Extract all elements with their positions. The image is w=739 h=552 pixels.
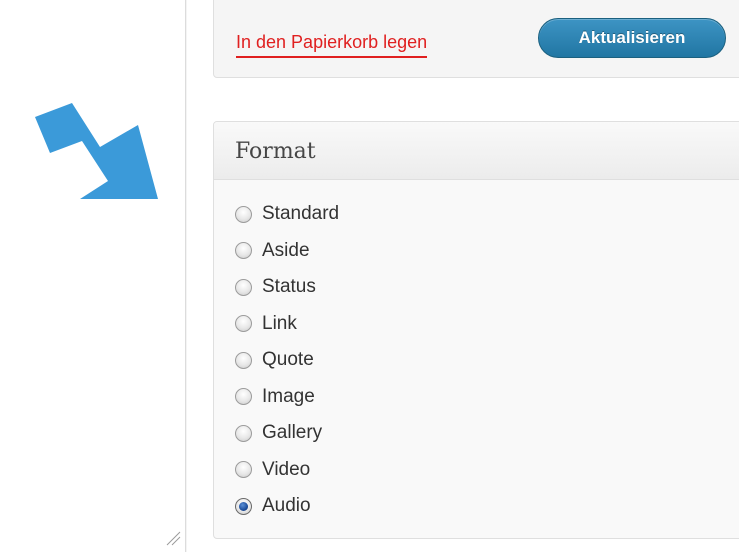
format-option-aside[interactable]: Aside [235, 233, 739, 270]
radio-button[interactable] [235, 461, 252, 479]
radio-button[interactable] [235, 351, 252, 369]
format-option-label: Status [262, 276, 316, 298]
format-option-label: Link [262, 312, 297, 334]
update-button[interactable]: Aktualisieren [538, 18, 726, 58]
format-option-quote[interactable]: Quote [235, 342, 739, 379]
resize-grip-icon[interactable] [165, 530, 181, 546]
radio-button-selected[interactable] [235, 497, 252, 515]
format-option-label: Aside [262, 239, 310, 261]
format-option-gallery[interactable]: Gallery [235, 415, 739, 452]
arrow-right-icon [35, 103, 158, 199]
radio-button[interactable] [235, 388, 252, 406]
radio-button[interactable] [235, 315, 252, 333]
radio-button[interactable] [235, 424, 252, 442]
format-box: Format Standard Aside Status Link Quote [213, 121, 739, 539]
format-option-label: Gallery [262, 422, 323, 444]
format-option-standard[interactable]: Standard [235, 196, 739, 233]
radio-button[interactable] [235, 242, 252, 260]
format-option-label: Image [262, 385, 315, 407]
radio-button[interactable] [235, 205, 252, 223]
format-options-list: Standard Aside Status Link Quote Image G… [214, 180, 739, 525]
format-option-label: Audio [262, 495, 311, 517]
format-option-link[interactable]: Link [235, 306, 739, 343]
format-option-audio[interactable]: Audio [235, 488, 739, 525]
move-to-trash-link[interactable]: In den Papierkorb legen [236, 31, 428, 58]
radio-button[interactable] [235, 278, 252, 296]
content-column-divider-shadow [186, 0, 187, 552]
screenshot-stage: In den Papierkorb legen Aktualisieren Fo… [0, 0, 739, 552]
format-option-status[interactable]: Status [235, 269, 739, 306]
format-option-video[interactable]: Video [235, 452, 739, 489]
format-option-image[interactable]: Image [235, 379, 739, 416]
format-option-label: Video [262, 458, 311, 480]
format-box-title: Format [214, 122, 739, 180]
format-option-label: Standard [262, 203, 340, 225]
format-option-label: Quote [262, 349, 314, 371]
